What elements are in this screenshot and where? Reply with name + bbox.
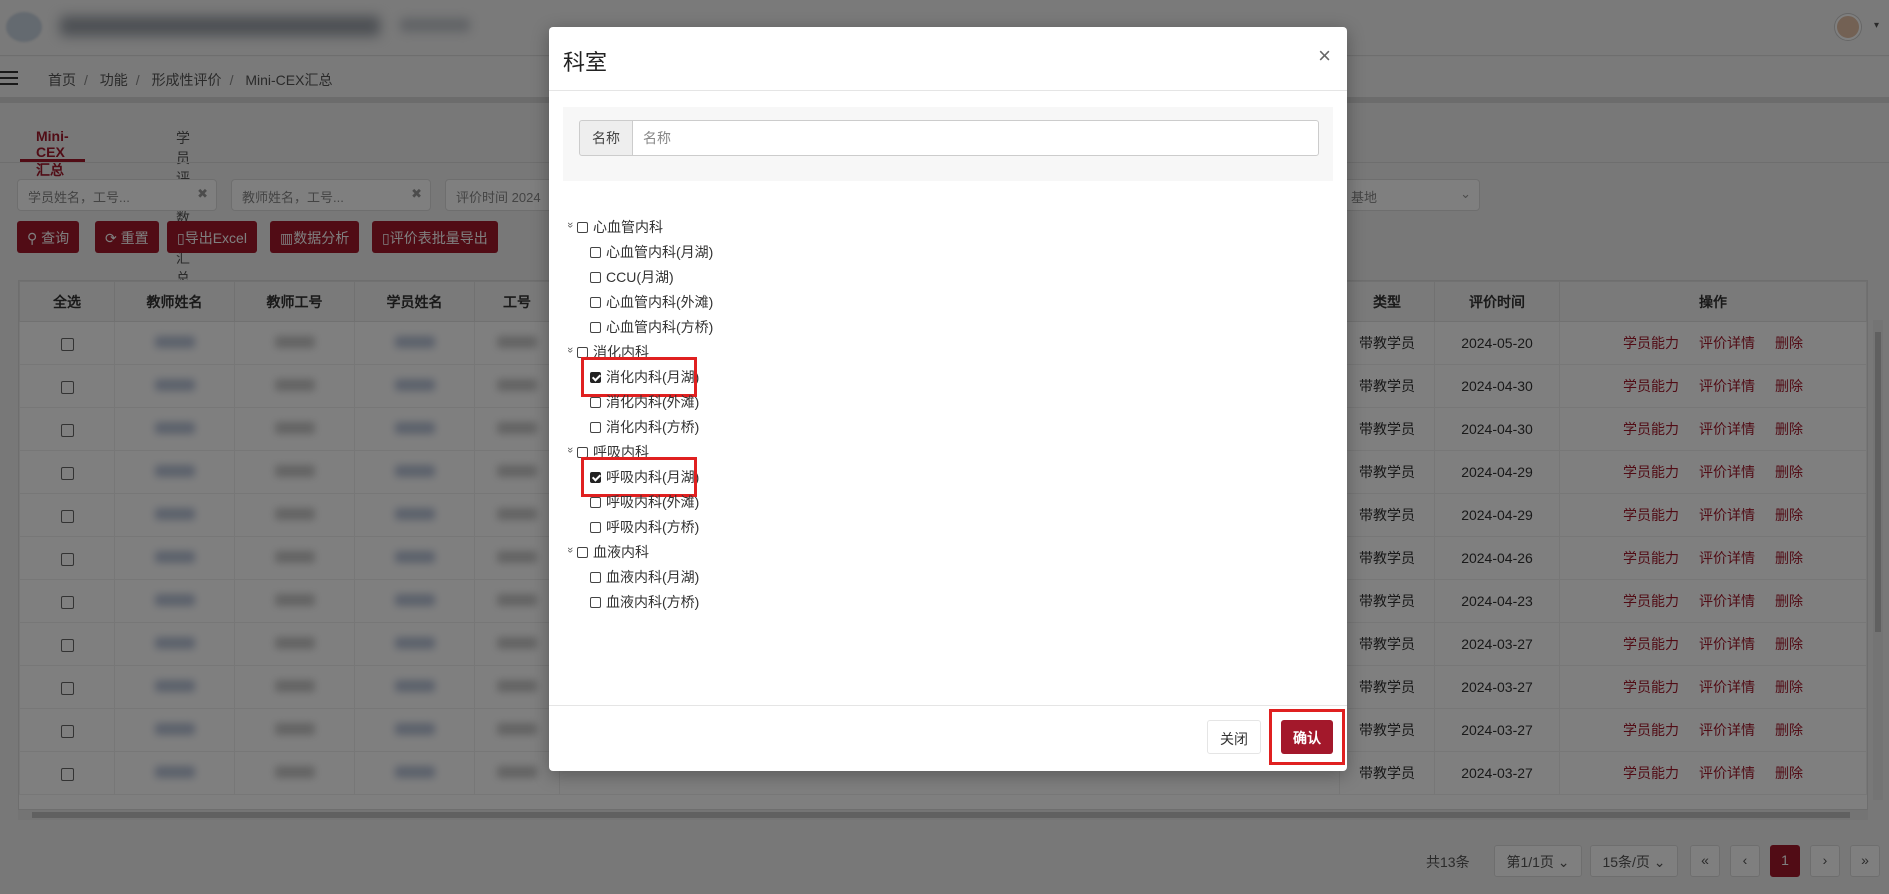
tree-child-label: 心血管内科(方桥) (606, 319, 714, 335)
tree-checkbox[interactable] (577, 222, 588, 233)
modal-title: 科室 (563, 50, 608, 75)
tree-child-label: 呼吸内科(方桥) (606, 519, 700, 535)
tree-checkbox[interactable] (590, 572, 601, 583)
close-icon[interactable]: × (1318, 43, 1331, 69)
tree-child-label: CCU(月湖) (606, 269, 674, 285)
tree-child-node[interactable]: 心血管内科(方桥) (590, 317, 713, 337)
tree-checkbox[interactable] (590, 597, 601, 608)
tree-child-label: 心血管内科(月湖) (606, 244, 714, 260)
tree-group-node[interactable]: » 心血管内科 (563, 217, 663, 237)
tree-group-label: 血液内科 (593, 544, 649, 560)
tree-child-label: 血液内科(方桥) (606, 594, 700, 610)
tree-child-node[interactable]: 血液内科(方桥) (590, 592, 699, 612)
tree-checkbox[interactable] (590, 497, 601, 508)
department-modal: 科室 × 名称 名称 » 心血管内科心血管内科(月湖) CCU(月湖) 心血管内科(外… (549, 27, 1347, 771)
tree-checkbox[interactable] (590, 322, 601, 333)
tree-group-node[interactable]: » 血液内科 (563, 542, 649, 562)
tree-checkbox[interactable] (590, 272, 601, 283)
confirm-button-highlight (1269, 709, 1345, 765)
name-search-input[interactable]: 名称 (632, 120, 1319, 156)
close-button[interactable]: 关闭 (1207, 720, 1261, 754)
tree-child-node[interactable]: 消化内科(方桥) (590, 417, 699, 437)
tree-child-label: 血液内科(月湖) (606, 569, 700, 585)
modal-body: 名称 名称 » 心血管内科心血管内科(月湖) CCU(月湖) 心血管内科(外滩) 心血管… (563, 107, 1333, 691)
tree-child-node[interactable]: 消化内科(外滩) (590, 392, 699, 412)
name-search-group: 名称 名称 (563, 107, 1333, 181)
tree-child-node[interactable]: CCU(月湖) (590, 267, 674, 287)
tree-child-node[interactable]: 心血管内科(月湖) (590, 242, 713, 262)
tree-checkbox[interactable] (590, 422, 601, 433)
tree-child-label: 消化内科(外滩) (606, 394, 700, 410)
name-search-label: 名称 (579, 120, 633, 156)
tree-group-label: 心血管内科 (593, 219, 663, 235)
tree-child-label: 消化内科(方桥) (606, 419, 700, 435)
tree-checkbox[interactable] (590, 397, 601, 408)
tree-checkbox[interactable] (577, 547, 588, 558)
tree-child-label: 呼吸内科(外滩) (606, 494, 700, 510)
tree-checkbox[interactable] (590, 522, 601, 533)
modal-footer: 关闭 确认 (549, 705, 1347, 771)
tree-checkbox[interactable] (590, 247, 601, 258)
tree-child-node[interactable]: 呼吸内科(方桥) (590, 517, 699, 537)
selection-highlight (581, 457, 697, 497)
selection-highlight (581, 357, 697, 397)
tree-checkbox[interactable] (590, 297, 601, 308)
tree-child-node[interactable]: 呼吸内科(外滩) (590, 492, 699, 512)
tree-child-node[interactable]: 血液内科(月湖) (590, 567, 699, 587)
modal-header: 科室 × (549, 27, 1347, 91)
tree-child-label: 心血管内科(外滩) (606, 294, 714, 310)
tree-child-node[interactable]: 心血管内科(外滩) (590, 292, 713, 312)
